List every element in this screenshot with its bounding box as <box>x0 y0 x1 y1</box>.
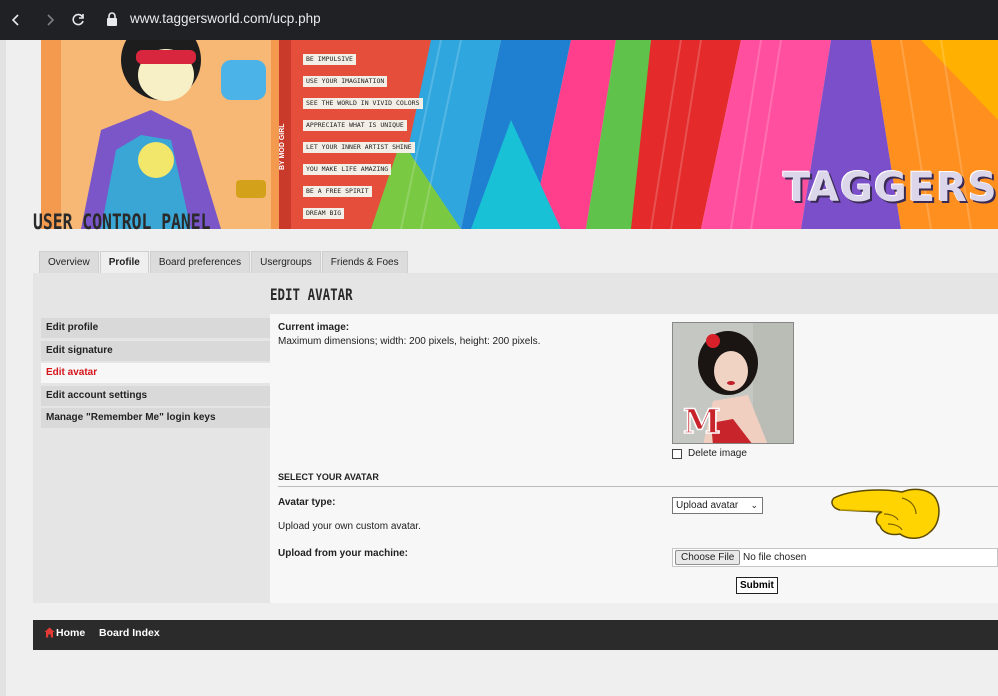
submit-button[interactable]: Submit <box>736 577 778 594</box>
footer-bar <box>33 620 998 650</box>
delete-image-row: Delete image <box>672 448 747 459</box>
delete-image-label: Delete image <box>688 448 747 459</box>
banner-slogan: YOU MAKE LIFE AMAZING <box>303 164 392 175</box>
upload-hint: Upload your own custom avatar. <box>278 521 421 532</box>
menu-edit-account-settings[interactable]: Edit account settings <box>41 385 270 406</box>
current-image-hint: Maximum dimensions; width: 200 pixels, h… <box>278 336 541 347</box>
content-header: EDIT AVATAR <box>270 285 376 305</box>
upload-label: Upload from your machine: <box>278 548 409 559</box>
side-menu: Edit profile Edit signature Edit avatar … <box>41 318 270 431</box>
tab-profile[interactable]: Profile <box>99 251 149 273</box>
current-avatar-image: M <box>672 322 794 444</box>
banner-slogans: BE IMPULSIVE USE YOUR IMAGINATION SEE THE … <box>303 48 431 229</box>
choose-file-button[interactable]: Choose File <box>675 550 741 565</box>
banner-slogan: DREAM BIG <box>303 208 345 219</box>
back-icon[interactable] <box>6 10 26 30</box>
banner-slogan: BE A FREE SPIRIT <box>303 186 372 197</box>
tab-overview[interactable]: Overview <box>39 251 99 273</box>
menu-edit-signature[interactable]: Edit signature <box>41 340 270 361</box>
reload-icon[interactable] <box>68 10 88 30</box>
browser-toolbar: www.taggersworld.com/ucp.php <box>0 0 998 40</box>
banner-slogan: LET YOUR INNER ARTIST SHINE <box>303 142 415 153</box>
svg-text:M: M <box>683 402 721 442</box>
footer-home-link[interactable]: Home <box>56 627 85 639</box>
menu-manage-login-keys[interactable]: Manage "Remember Me" login keys <box>41 408 270 428</box>
page-title: USER CONTROL PANEL <box>33 210 211 234</box>
banner-slogan: USE YOUR IMAGINATION <box>303 76 388 87</box>
menu-edit-avatar[interactable]: Edit avatar <box>41 363 270 383</box>
avatar-type-select[interactable]: Upload avatar ⌄ <box>672 497 763 514</box>
home-icon[interactable] <box>44 627 55 638</box>
chevron-down-icon: ⌄ <box>750 500 758 510</box>
banner-vertical-text: BY MOD GIRL <box>279 123 286 170</box>
banner-slogan: BE IMPULSIVE <box>303 54 356 65</box>
tab-usergroups[interactable]: Usergroups <box>251 251 321 273</box>
section-title: EDIT AVATAR <box>270 285 353 304</box>
delete-image-checkbox[interactable] <box>672 448 682 459</box>
file-upload-input[interactable]: Choose File No file chosen <box>672 548 998 567</box>
banner-slogan: SEE THE WORLD IN VIVID COLORS <box>303 98 423 109</box>
footer-board-index-link[interactable]: Board Index <box>99 627 160 639</box>
pointing-hand-icon <box>830 484 945 542</box>
lock-icon[interactable] <box>106 12 118 26</box>
current-image-label: Current image: <box>278 322 350 333</box>
address-bar[interactable]: www.taggersworld.com/ucp.php <box>130 11 321 26</box>
tab-friends-foes[interactable]: Friends & Foes <box>321 251 408 273</box>
avatar-type-label: Avatar type: <box>278 497 336 508</box>
ucp-tabs: Overview Profile Board preferences Userg… <box>39 251 409 273</box>
site-banner[interactable]: BE IMPULSIVE USE YOUR IMAGINATION SEE THE … <box>41 40 998 229</box>
menu-edit-profile[interactable]: Edit profile <box>41 318 270 338</box>
site-logo: TAGGERS <box>783 165 998 211</box>
forward-icon[interactable] <box>40 10 60 30</box>
tab-board-preferences[interactable]: Board preferences <box>149 251 251 273</box>
avatar-type-value: Upload avatar <box>676 500 739 511</box>
no-file-text: No file chosen <box>743 552 807 563</box>
banner-slogan: APPRECIATE WHAT IS UNIQUE <box>303 120 407 131</box>
